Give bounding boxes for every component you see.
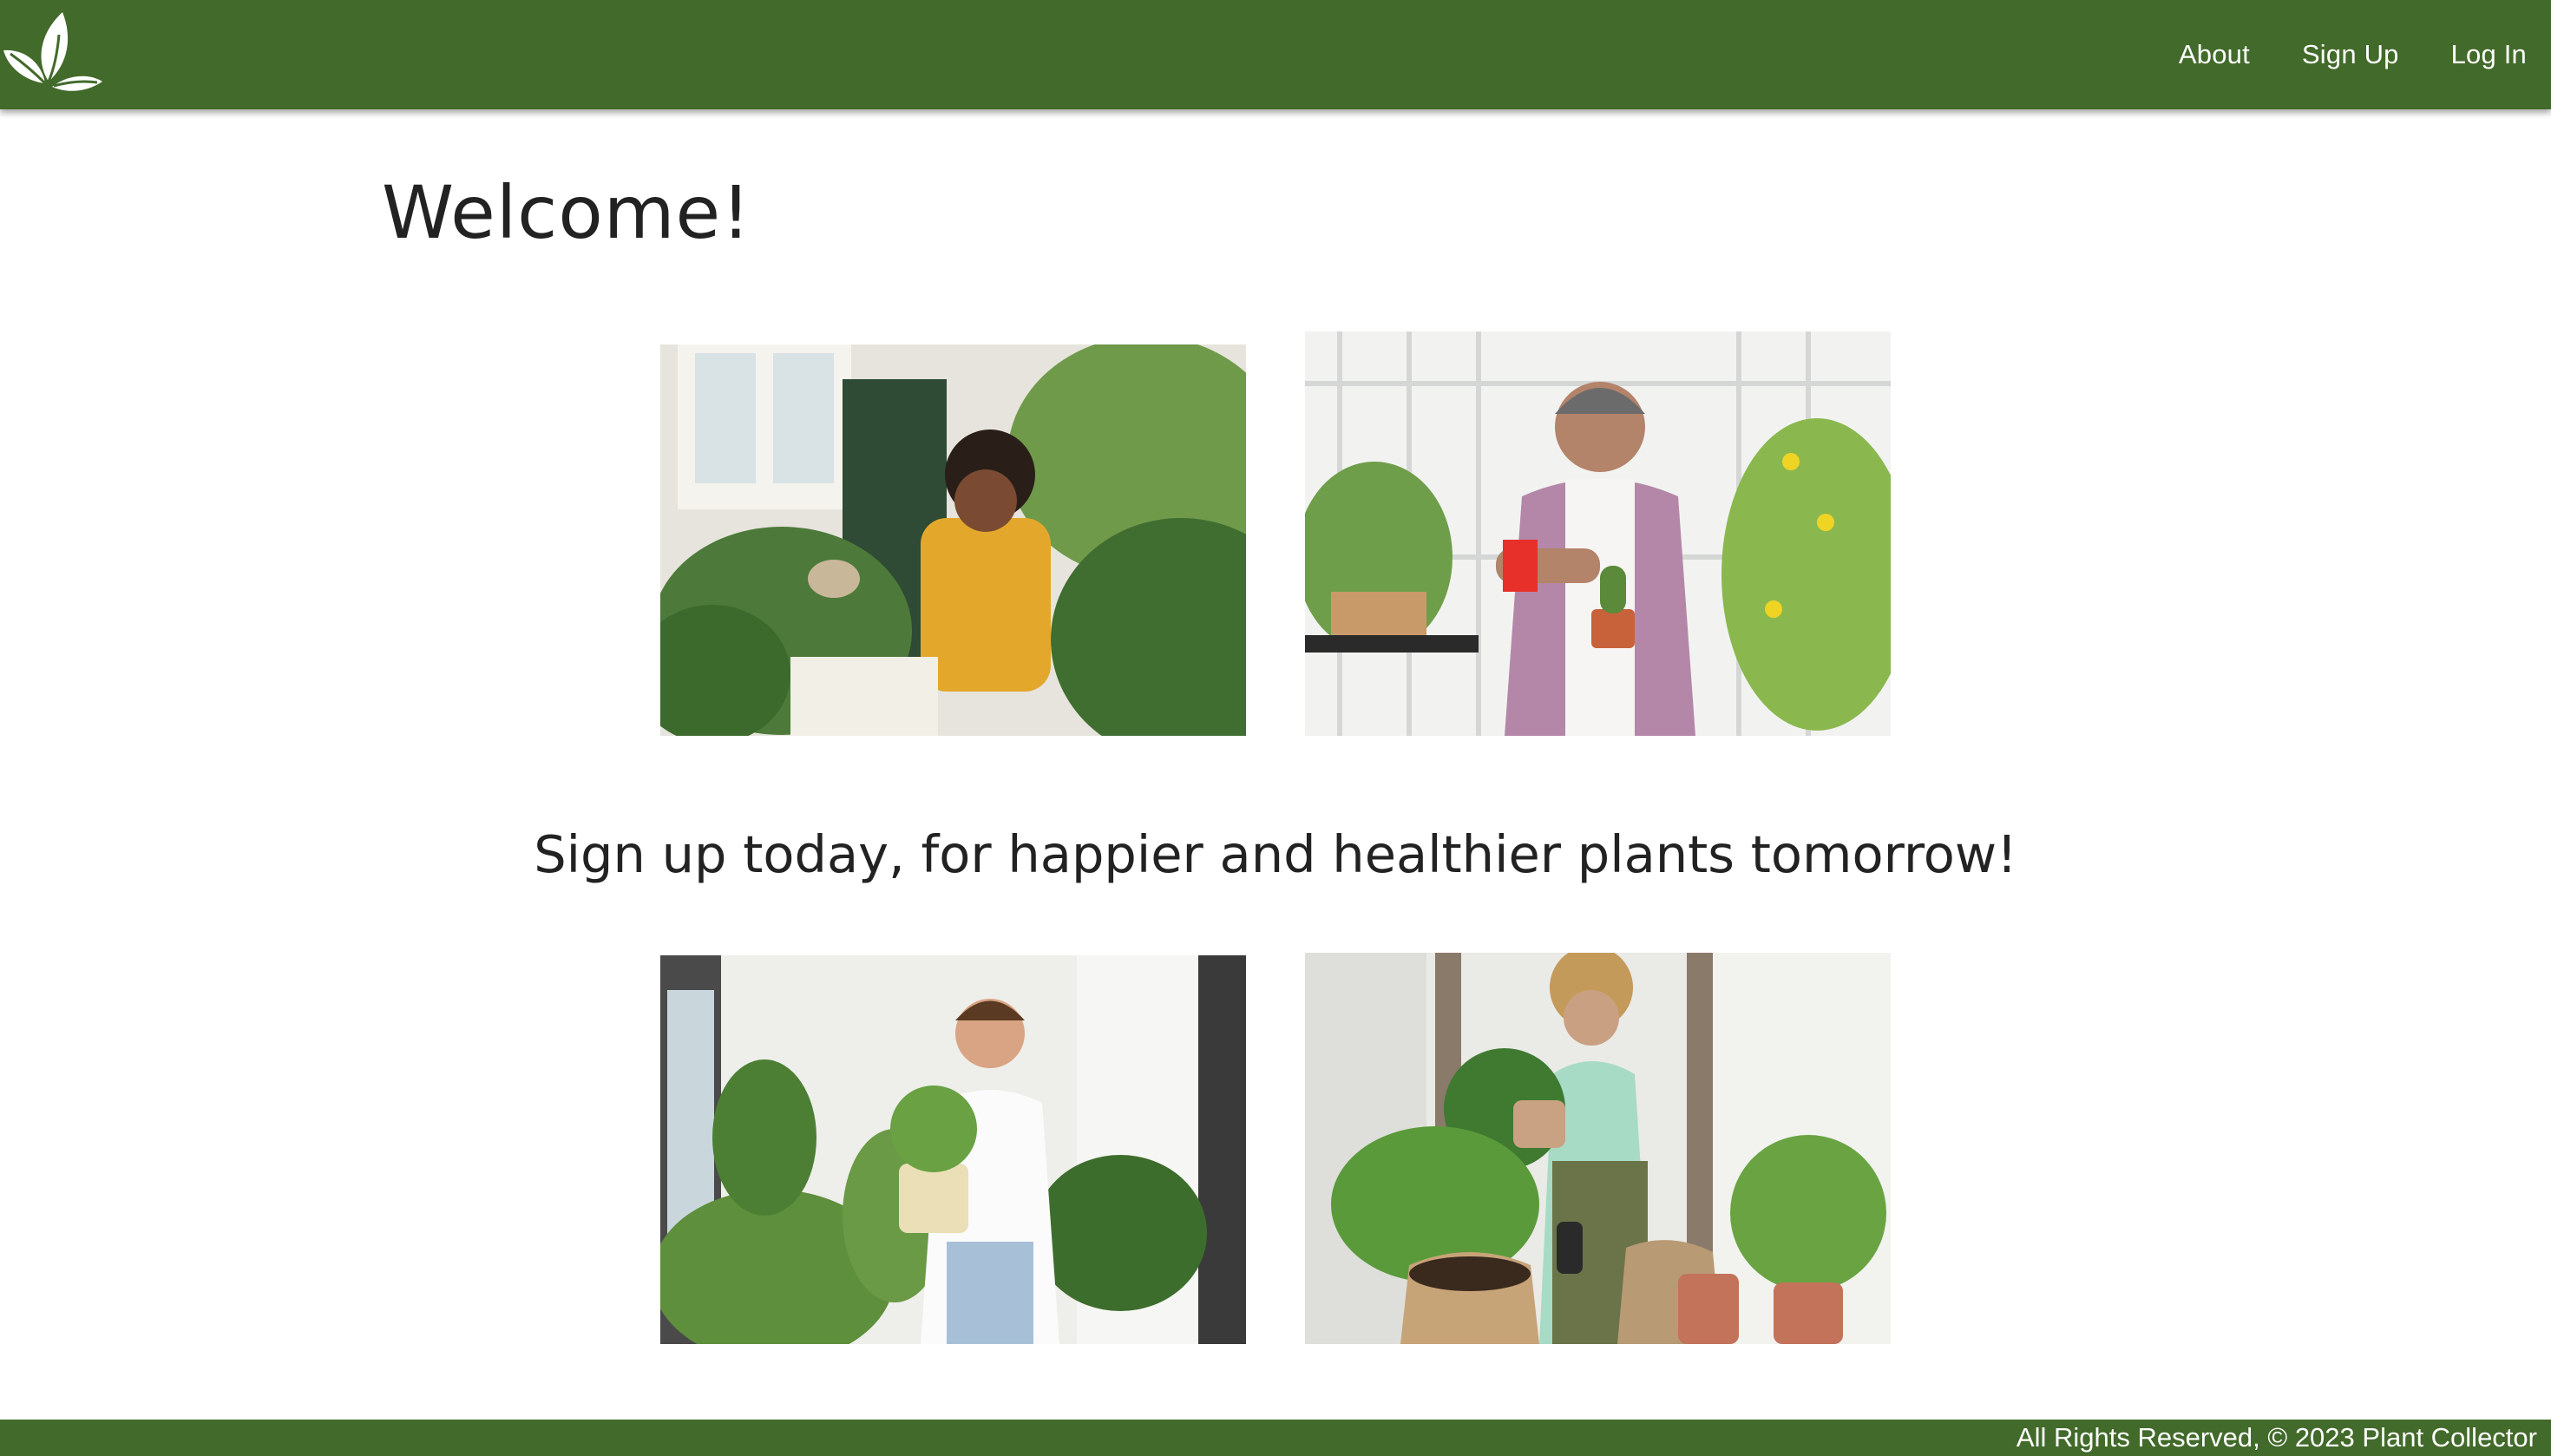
man-spraying-cactus-photo	[1305, 331, 1891, 736]
top-navbar: About Sign Up Log In	[0, 0, 2551, 109]
copyright-text: All Rights Reserved, © 2023 Plant Collec…	[2016, 1422, 2537, 1453]
nav-link-sign-up[interactable]: Sign Up	[2302, 39, 2399, 70]
man-holding-potted-plant-photo	[660, 955, 1246, 1344]
woman-watering-plants-photo	[660, 344, 1246, 736]
leaf-logo-icon[interactable]	[2, 9, 102, 92]
nav-link-about[interactable]: About	[2179, 39, 2250, 70]
signup-tagline: Sign up today, for happier and healthier…	[534, 824, 2017, 884]
page: About Sign Up Log In Welcome! Sign up to…	[0, 0, 2551, 1456]
page-footer: All Rights Reserved, © 2023 Plant Collec…	[0, 1420, 2551, 1456]
woman-repotting-plant-photo	[1305, 953, 1891, 1344]
nav-link-log-in[interactable]: Log In	[2451, 39, 2527, 70]
nav-links: About Sign Up Log In	[2179, 0, 2527, 109]
page-title: Welcome!	[382, 170, 751, 255]
